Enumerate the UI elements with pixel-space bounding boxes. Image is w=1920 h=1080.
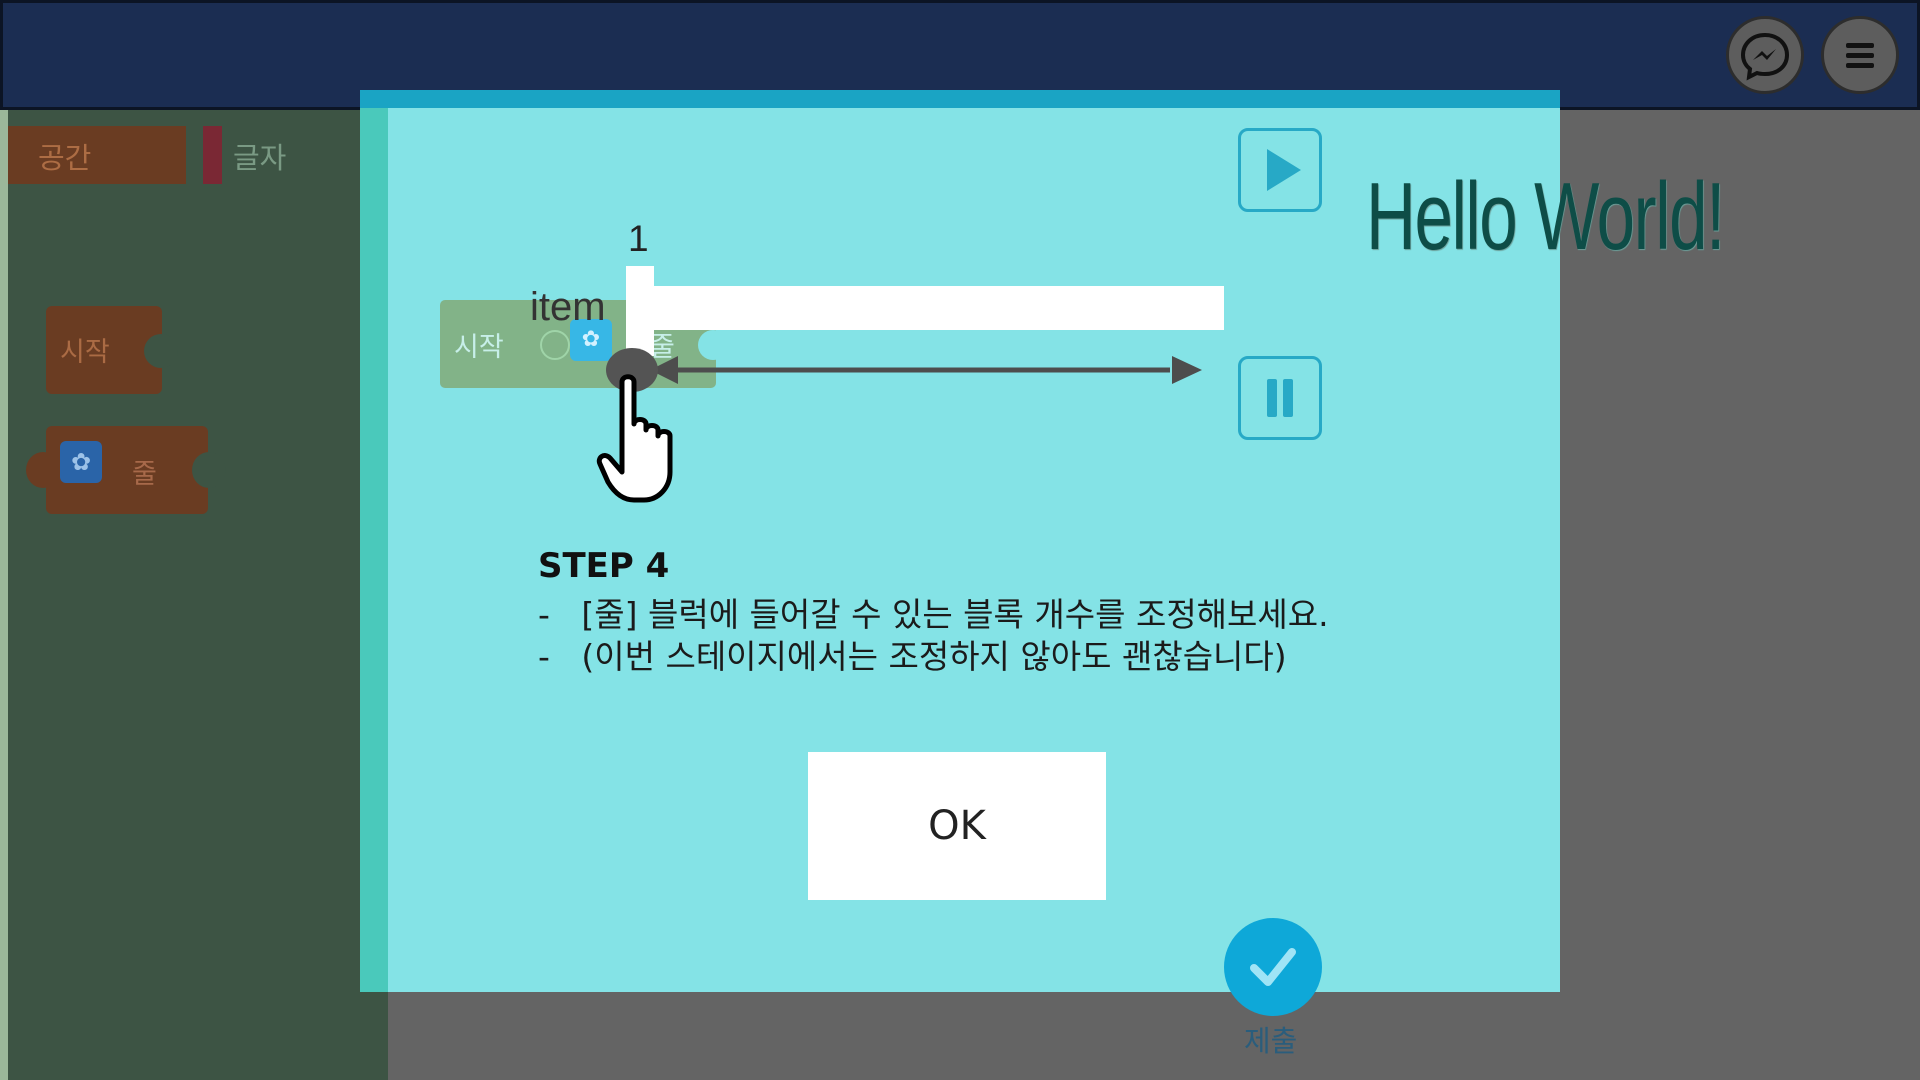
line-block-label: 줄	[132, 459, 157, 490]
step-title: STEP 4	[538, 546, 670, 586]
messenger-button[interactable]	[1726, 16, 1804, 94]
messenger-icon	[1740, 32, 1790, 81]
hamburger-menu-icon	[1846, 43, 1874, 68]
stage-output-text: Hello World!	[1366, 163, 1725, 270]
count-indicator-bar	[626, 286, 1224, 330]
menu-button[interactable]	[1821, 16, 1899, 94]
submit-label[interactable]: 제출	[1244, 1018, 1297, 1060]
play-icon	[1267, 149, 1301, 191]
category-space-label: 공간	[38, 141, 92, 175]
pause-button[interactable]	[1238, 356, 1322, 440]
block-toolbox	[0, 110, 388, 1080]
play-button[interactable]	[1238, 128, 1322, 212]
category-text-swatch[interactable]	[203, 126, 222, 184]
line-block-notch	[192, 452, 226, 488]
ok-button[interactable]: OK	[808, 752, 1106, 900]
category-text-label[interactable]: 글자	[233, 135, 286, 177]
modal-top-border	[360, 90, 1560, 108]
category-space[interactable]	[8, 126, 186, 184]
pause-icon	[1267, 379, 1293, 417]
step-note: - (이번 스테이지에서는 조정하지 않아도 괜찮습니다)	[538, 637, 1287, 676]
submit-button[interactable]	[1224, 918, 1322, 1016]
toolbox-edge	[0, 110, 8, 1080]
drag-arrow-icon	[650, 356, 1202, 384]
checkmark-icon	[1250, 948, 1296, 986]
start-block-label: 시작	[60, 337, 110, 368]
step-instruction: - [줄] 블럭에 들어갈 수 있는 블록 개수를 조정해보세요.	[538, 595, 1329, 634]
hand-pointer-icon	[596, 374, 673, 503]
modal-left-border	[360, 108, 388, 992]
item-label: item	[530, 285, 606, 329]
demo-start-label: 시작	[454, 332, 504, 363]
count-value-label: 1	[628, 218, 649, 259]
gear-icon[interactable]: ✿	[60, 441, 102, 483]
start-block-notch	[144, 334, 178, 368]
demo-block-divider	[540, 330, 570, 360]
